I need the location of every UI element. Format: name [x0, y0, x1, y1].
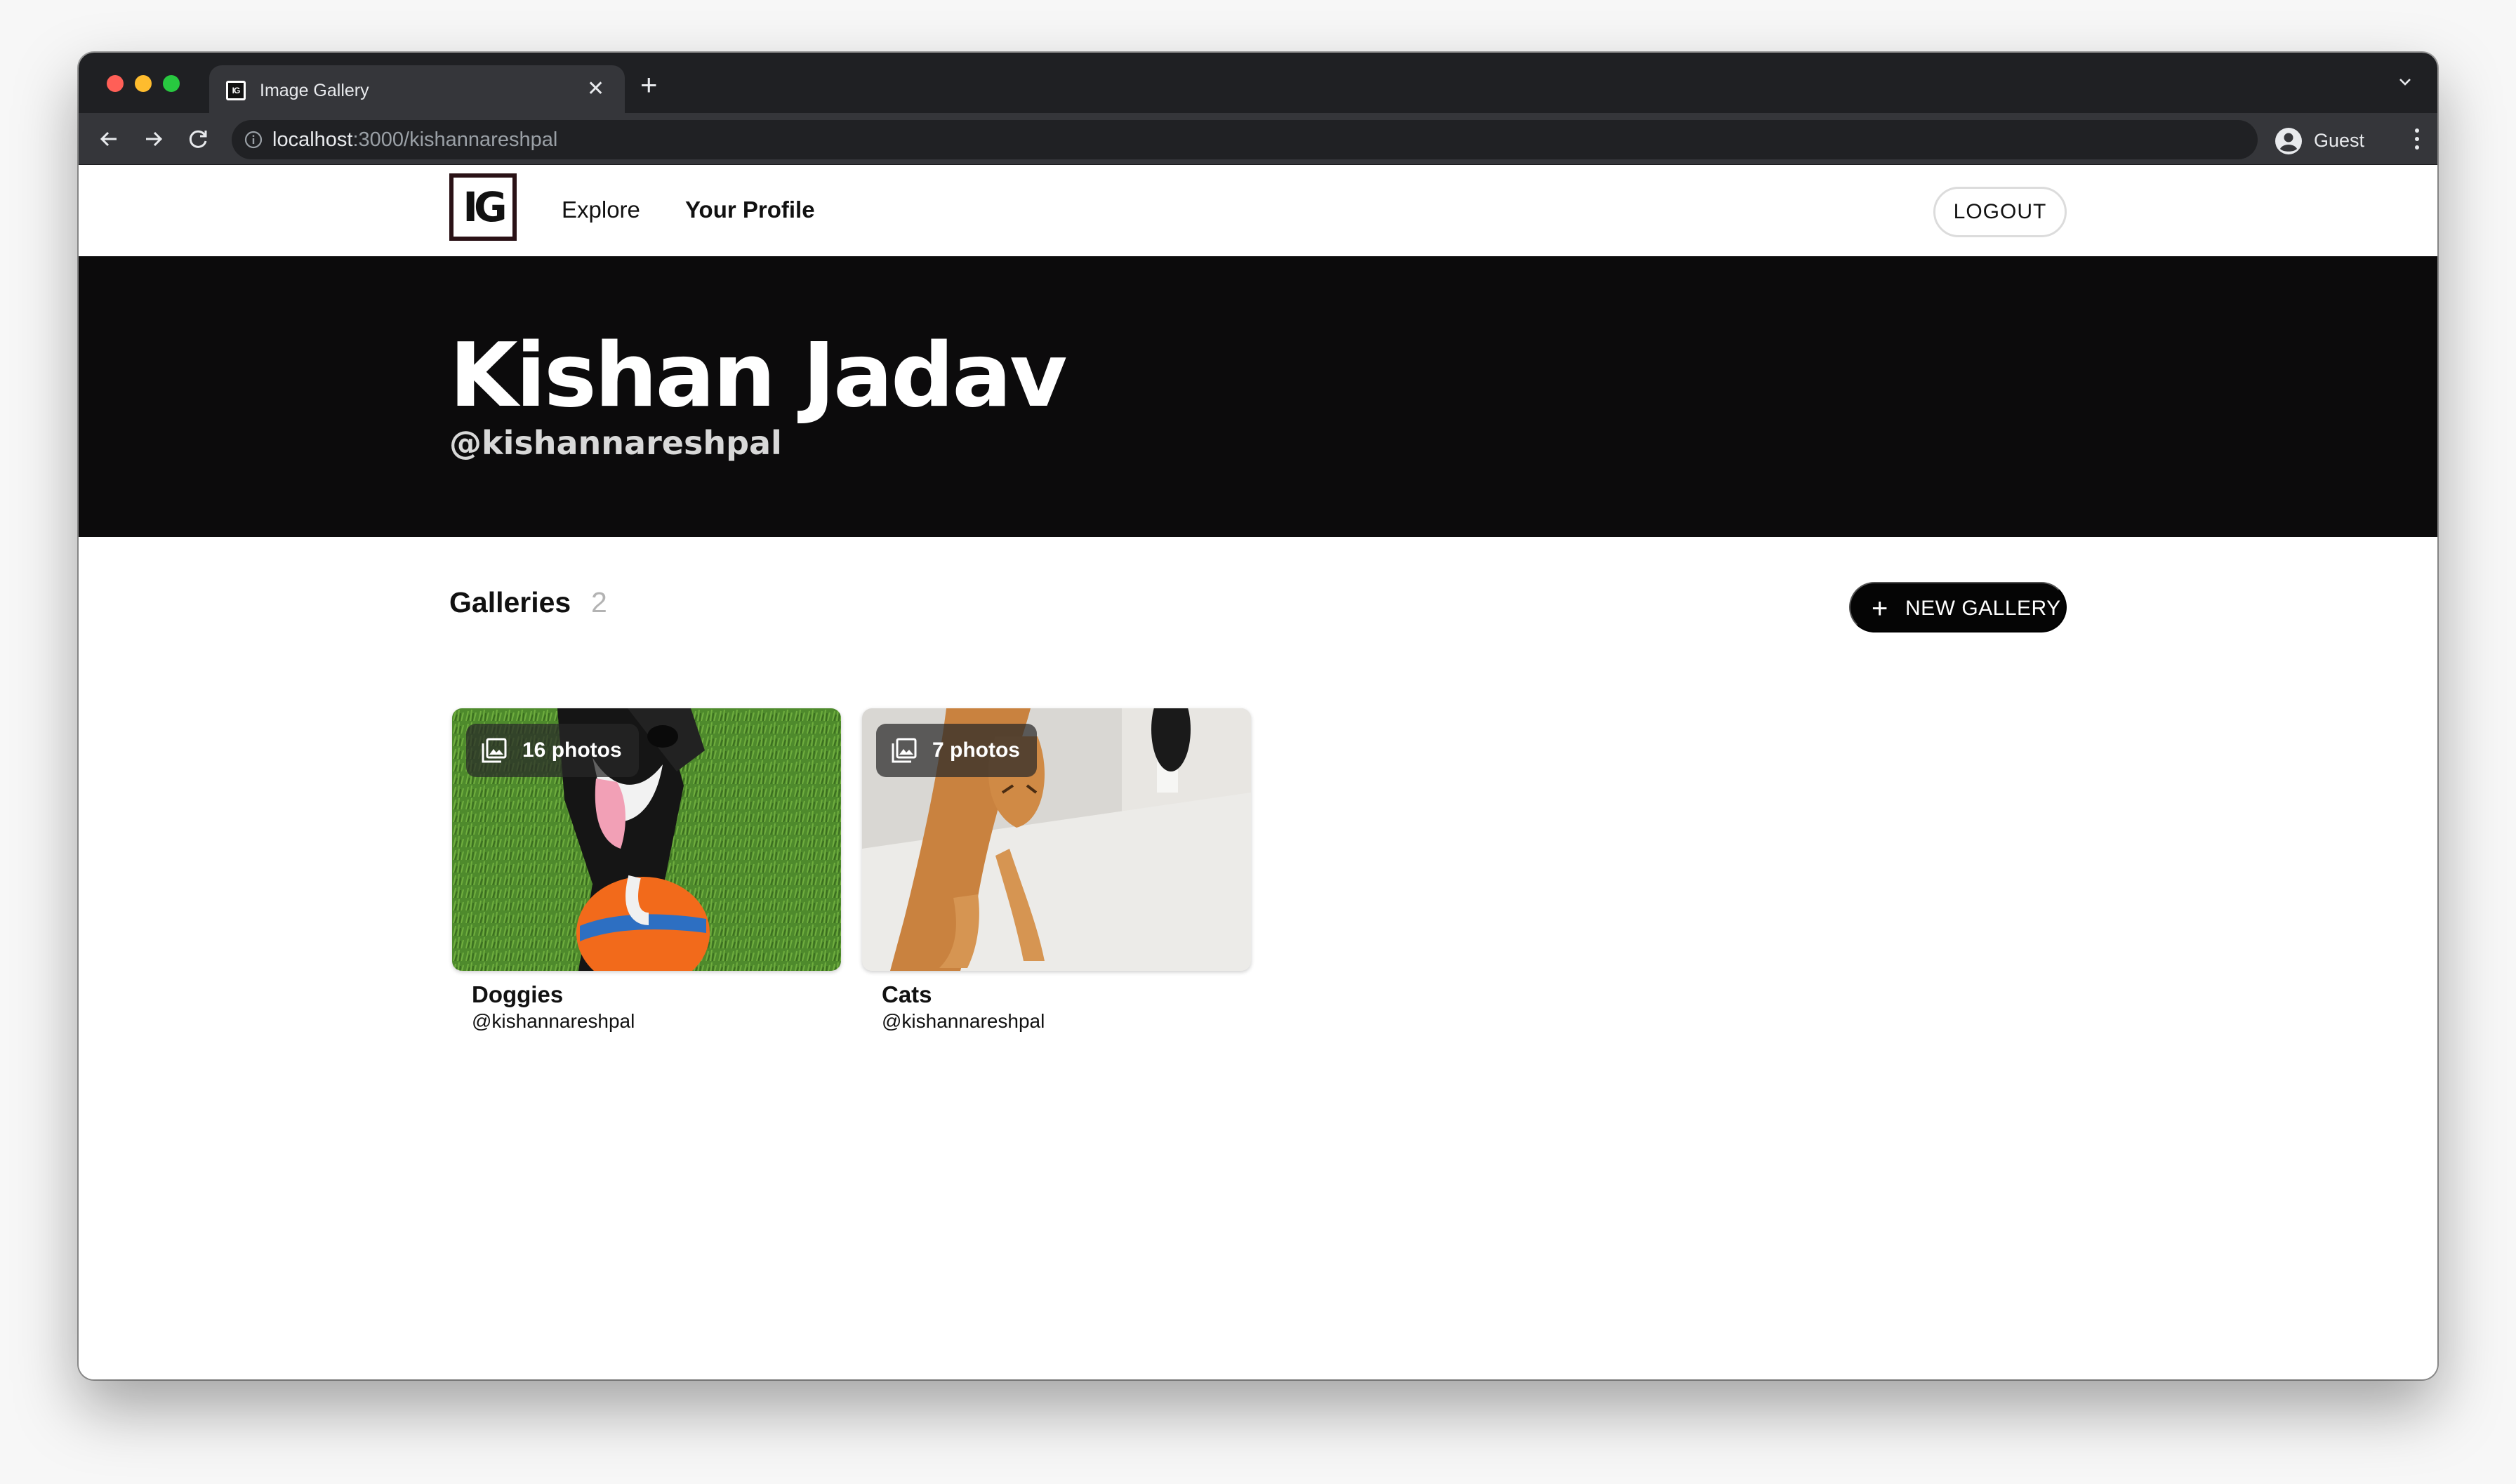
gallery-thumbnail[interactable]: 7 photos: [862, 708, 1251, 971]
photo-library-icon: [892, 738, 917, 763]
info-icon[interactable]: [244, 131, 263, 149]
profile-handle: @kishannareshpal: [449, 424, 782, 462]
plus-icon[interactable]: +: [640, 70, 658, 100]
nav-explore-link[interactable]: Explore: [562, 196, 640, 224]
address-bar[interactable]: localhost:3000/kishannareshpal: [232, 120, 2258, 159]
plus-icon: +: [1872, 593, 1888, 624]
site-navbar: IG Explore Your Profile LOGOUT: [79, 165, 2437, 256]
gallery-title: Cats: [882, 981, 932, 1007]
site-logo[interactable]: IG: [449, 173, 517, 241]
browser-toolbar: localhost:3000/kishannareshpal Guest: [79, 113, 2437, 165]
gallery-thumbnail[interactable]: 16 photos: [452, 708, 841, 971]
browser-window: IG Image Gallery ✕ + localhost:3000/kish…: [79, 53, 2437, 1379]
logout-button[interactable]: LOGOUT: [1933, 187, 2067, 237]
photo-count-badge: 7 photos: [876, 724, 1037, 777]
gallery-card[interactable]: 7 photos Cats @kishannareshpal: [862, 708, 1251, 1034]
tab-strip: IG Image Gallery ✕ +: [79, 53, 2437, 113]
profile-name-heading: Kishan Jadav: [449, 324, 1067, 427]
close-window-button[interactable]: [107, 75, 124, 92]
zoom-window-button[interactable]: [163, 75, 180, 92]
back-arrow-icon[interactable]: [97, 127, 121, 151]
photo-library-icon: [482, 738, 507, 763]
reload-icon[interactable]: [187, 127, 211, 151]
nav-your-profile-link[interactable]: Your Profile: [685, 196, 815, 224]
tab-title: Image Gallery: [260, 81, 369, 100]
favicon-icon: IG: [226, 81, 246, 100]
account-icon: [2275, 128, 2302, 154]
chevron-down-icon[interactable]: [2397, 74, 2414, 91]
page-content: IG Explore Your Profile LOGOUT Kishan Ja…: [79, 165, 2437, 1379]
close-icon[interactable]: ✕: [587, 78, 604, 100]
kebab-menu-icon[interactable]: [2414, 126, 2421, 152]
forward-arrow-icon[interactable]: [142, 127, 166, 151]
photo-count-badge: 16 photos: [466, 724, 639, 777]
profile-hero: Kishan Jadav @kishannareshpal: [79, 256, 2437, 537]
gallery-card[interactable]: 16 photos Doggies @kishannareshpal: [452, 708, 841, 1034]
galleries-count: 2: [591, 586, 607, 618]
url-text: localhost:3000/kishannareshpal: [272, 128, 558, 151]
new-gallery-button[interactable]: + NEW GALLERY: [1849, 582, 2067, 632]
gallery-owner: @kishannareshpal: [472, 1010, 635, 1032]
galleries-heading: Galleries: [449, 586, 571, 618]
minimize-window-button[interactable]: [135, 75, 152, 92]
browser-tab[interactable]: IG Image Gallery ✕: [209, 65, 625, 113]
gallery-title: Doggies: [472, 981, 564, 1007]
profile-chip[interactable]: Guest: [2266, 120, 2406, 159]
gallery-owner: @kishannareshpal: [882, 1010, 1045, 1032]
profile-name: Guest: [2314, 130, 2365, 151]
